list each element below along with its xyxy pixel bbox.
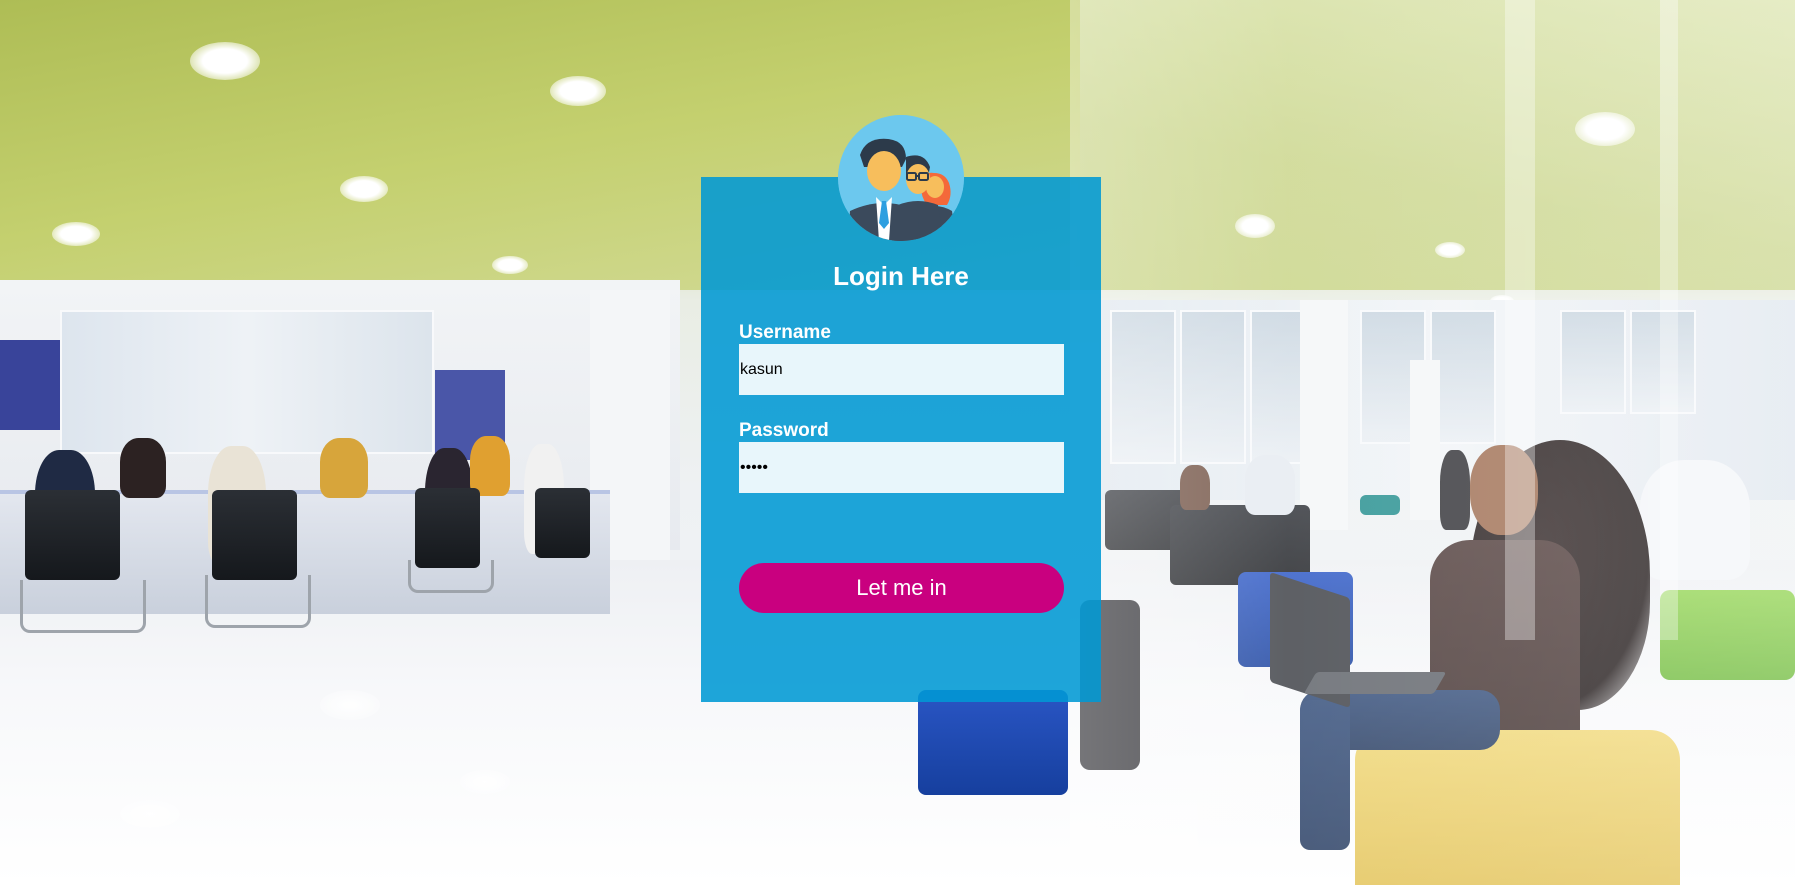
ceiling-light (190, 42, 260, 80)
floor-reflection (320, 690, 380, 720)
floor-reflection (460, 770, 510, 794)
blue-pouf (918, 690, 1068, 795)
reception-glass-panel (60, 310, 434, 454)
person (470, 436, 510, 496)
chair-leg (20, 580, 146, 633)
username-label: Username (739, 322, 831, 343)
chair (535, 488, 590, 558)
ceiling-light (550, 76, 606, 106)
glass-frame (1660, 0, 1678, 640)
ceiling-light (492, 256, 528, 274)
users-group-icon (838, 115, 964, 241)
glass-haze (1070, 0, 1795, 885)
login-button[interactable]: Let me in (739, 563, 1064, 613)
person (120, 438, 166, 498)
password-label: Password (739, 420, 829, 441)
chair (415, 488, 480, 568)
person (320, 438, 368, 498)
floor-reflection (120, 800, 180, 828)
glass-frame (1505, 0, 1535, 640)
chair (25, 490, 120, 580)
ceiling-light (52, 222, 100, 246)
chair-leg (205, 575, 311, 628)
reception-sign-left (0, 340, 60, 430)
login-title: Login Here (833, 261, 969, 291)
ceiling-light (340, 176, 388, 202)
chair (212, 490, 297, 580)
username-input[interactable] (739, 344, 1064, 395)
chair-leg (408, 560, 494, 593)
password-input[interactable] (739, 442, 1064, 493)
